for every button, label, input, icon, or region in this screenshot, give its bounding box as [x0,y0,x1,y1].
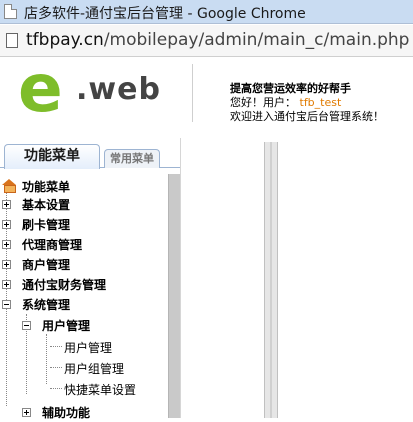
tree-item-label: 系统管理 [22,298,71,312]
logo-e: e [18,50,63,127]
url-host: tfbpay.cn [26,30,104,50]
menu-tabs: 功能菜单 常用菜单 [0,142,180,169]
tree-leaf-label: 用户管理 [64,341,113,355]
collapse-minus-icon[interactable] [22,321,31,330]
frame-splitter[interactable] [264,142,278,418]
tree-item-label: 通付宝财务管理 [22,278,107,292]
expand-plus-icon[interactable] [22,408,31,417]
window-title: 店多软件-通付宝后台管理 - Google Chrome [24,6,306,22]
tree-subgroup-label: 用户管理 [42,319,91,333]
panel-border [180,138,181,418]
left-panel-scrollbar[interactable] [168,174,180,418]
eweb-logo: e .web [12,50,172,127]
tree-line [50,367,62,368]
slogan: 提高您营运效率的好帮手 [230,82,351,95]
header-divider [192,64,193,122]
header-info: 提高您营运效率的好帮手 您好！用户： tfb_test 欢迎进入通付宝后台管理系… [230,82,384,124]
home-icon [2,179,16,193]
greeting-line: 您好！用户： tfb_test [230,96,384,110]
welcome-text: 欢迎进入通付宝后台管理系统！ [230,110,384,123]
tree-line [50,346,62,347]
url-path: /mobilepay/admin/main_c/main.php [103,30,410,50]
username: tfb_test [299,96,342,109]
tree-item-label: 刷卡管理 [22,218,71,232]
browser-titlebar: 店多软件-通付宝后台管理 - Google Chrome [0,0,413,24]
tree-item-label: 代理商管理 [22,238,83,252]
page-info-icon[interactable] [6,33,18,48]
url-text[interactable]: tfbpay.cn/mobilepay/admin/main_c/main.ph… [26,30,409,50]
expand-plus-icon[interactable] [2,280,11,289]
greeting-prefix: 您好！用户： [230,96,296,109]
tab-function-menu[interactable]: 功能菜单 [4,144,100,169]
logo-web: .web [76,72,161,107]
tree-item-label: 商户管理 [22,258,71,272]
app-header: e .web 提高您营运效率的好帮手 您好！用户： tfb_test 欢迎进入通… [0,50,413,130]
expand-plus-icon[interactable] [2,220,11,229]
tree-item-label: 基本设置 [22,198,71,212]
tree-subgroup-label: 辅助功能 [42,406,91,420]
expand-plus-icon[interactable] [2,200,11,209]
collapse-minus-icon[interactable] [2,300,11,309]
tree-leaf-label: 快捷菜单设置 [64,383,137,397]
left-nav-panel: 功能菜单 常用菜单 功能菜单 基本设置 刷卡管理 代理商管理 商户管理 通付宝财… [0,138,180,420]
page-icon [4,4,17,19]
tree-line [50,388,62,389]
expand-plus-icon[interactable] [2,260,11,269]
tree-leaf-label: 用户组管理 [64,362,125,376]
tab-common-menu[interactable]: 常用菜单 [104,149,160,168]
expand-plus-icon[interactable] [2,240,11,249]
tree-line [46,334,47,384]
tree-root-label: 功能菜单 [22,180,71,194]
